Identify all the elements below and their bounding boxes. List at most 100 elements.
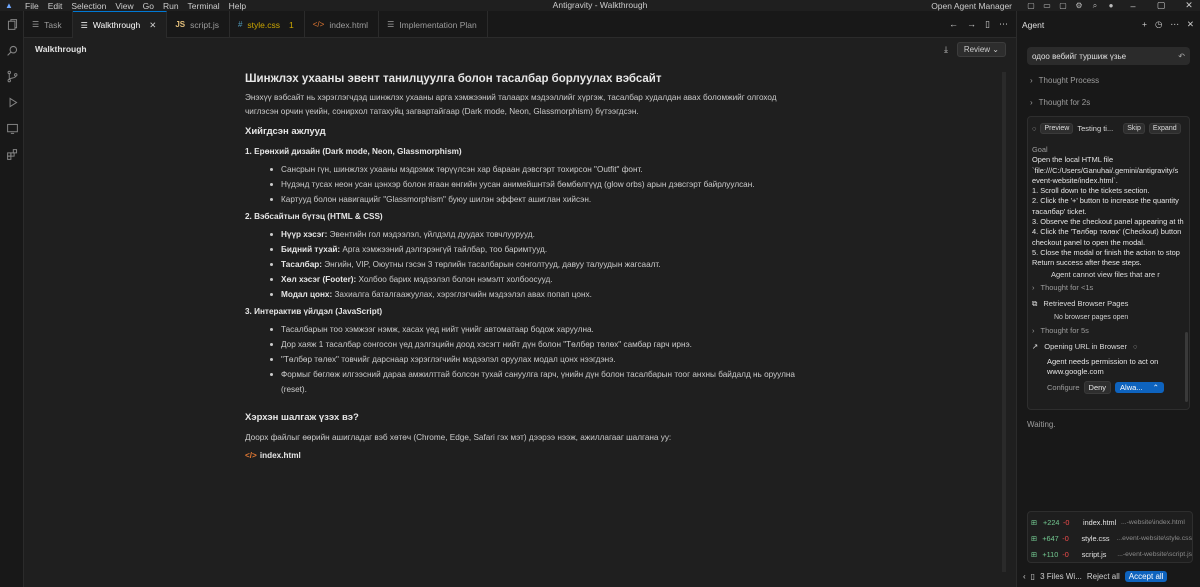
list-icon: ☰ <box>32 20 40 29</box>
opening-url-step: ↗ Opening URL in Browser ◌ <box>1032 342 1138 352</box>
card-scrollbar[interactable] <box>1185 332 1188 402</box>
tab-label: script.js <box>190 19 219 30</box>
index-html-link[interactable]: </> index.html <box>245 449 805 463</box>
tab-style-css[interactable]: # style.css 1 <box>230 11 305 38</box>
tab-label: index.html <box>329 19 369 30</box>
menu-terminal[interactable]: Terminal <box>188 1 220 11</box>
query-text: одоо вебийг туршиж үзье <box>1032 51 1127 61</box>
list-item: Формыг бөглөж илгээсний дараа амжилттай … <box>270 367 805 397</box>
close-window-button[interactable]: ✕ <box>1178 0 1200 11</box>
layout-panel-icon[interactable]: ▭ <box>1042 1 1052 11</box>
menu-run[interactable]: Run <box>163 1 179 11</box>
extensions-icon[interactable] <box>0 141 24 167</box>
menu-edit[interactable]: Edit <box>48 1 63 11</box>
source-control-icon[interactable] <box>0 63 24 89</box>
skip-button[interactable]: Skip <box>1123 123 1145 134</box>
goal-line: 1. Scroll down to the tickets section. <box>1032 186 1150 196</box>
open-agent-manager-button[interactable]: Open Agent Manager <box>931 1 1012 11</box>
goal-line: 3. Observe the checkout panel appearing … <box>1032 217 1184 227</box>
user-query[interactable]: одоо вебийг туршиж үзье ↶ <box>1027 47 1190 65</box>
thought-5s-toggle[interactable]: › Thought for 5s <box>1032 323 1185 339</box>
retrieved-pages-step[interactable]: ⧉ Retrieved Browser Pages <box>1032 296 1185 312</box>
file-added-icon: ⊞ <box>1031 517 1038 527</box>
settings-gear-icon[interactable]: ⚙ <box>1074 1 1084 11</box>
file-row[interactable]: ⊞ +224 -0 index.html ...-website\index.htm… <box>1028 514 1192 530</box>
file-link-label: index.html <box>259 451 301 460</box>
tab-index-html[interactable]: </> index.html <box>305 11 380 38</box>
section-item: 1. Ерөнхий дизайн (Dark mode, Neon, Glas… <box>245 145 805 207</box>
tab-script-js[interactable]: JS script.js <box>167 11 230 38</box>
tab-task[interactable]: ☰ Task <box>24 11 73 38</box>
menu-go[interactable]: Go <box>143 1 154 11</box>
features-heading: Хийгдсэн ажлууд <box>245 126 326 137</box>
list-item: Нүүр хэсэг: Эвентийн гол мэдээлэл, үйлдэ… <box>270 227 805 242</box>
more-icon[interactable]: ⋯ <box>1170 19 1179 30</box>
spinner-icon: ◌ <box>1132 342 1138 352</box>
account-icon[interactable]: ● <box>1106 1 1116 11</box>
split-editor-icon[interactable]: ▯ <box>985 19 990 30</box>
list-item: Тасалбарын тоо хэмжээг нэмж, хасах үед н… <box>270 322 805 337</box>
preview-button[interactable]: Preview <box>1040 123 1074 134</box>
thought-2s-toggle[interactable]: › Thought for 2s <box>1017 91 1200 113</box>
antigravity-logo-icon: ▲ <box>5 1 13 10</box>
external-link-icon: ↗ <box>1032 342 1039 352</box>
reject-all-button[interactable]: Reject all <box>1087 572 1120 581</box>
layout-sidebar-icon[interactable]: ▢ <box>1026 1 1036 11</box>
menu-help[interactable]: Help <box>229 1 246 11</box>
list-item: Модал цонх: Захиалга баталгаажуулах, хэр… <box>270 287 805 302</box>
minimize-button[interactable]: – <box>1122 1 1144 11</box>
accept-all-button[interactable]: Accept all <box>1124 571 1168 582</box>
close-tab-icon[interactable]: ✕ <box>149 20 156 31</box>
more-actions-icon[interactable]: ⋯ <box>999 19 1008 30</box>
tab-label: Implementation Plan <box>399 19 477 30</box>
arrow-left-icon[interactable]: ← <box>949 19 958 29</box>
layout-right-icon[interactable]: ▢ <box>1058 1 1068 11</box>
spinner-icon: ◌ <box>1032 124 1037 133</box>
chevron-up-icon: ⌃ <box>1152 382 1159 392</box>
agent-title: Agent <box>1022 19 1045 30</box>
explorer-icon[interactable] <box>0 11 24 37</box>
file-row[interactable]: ⊞ +647 -0 style.css ...event-website\style… <box>1028 530 1192 546</box>
menu-view[interactable]: View <box>115 1 133 11</box>
download-icon[interactable]: ⤓ <box>944 44 948 55</box>
editor-scrollbar[interactable] <box>1002 72 1006 572</box>
thought-process-toggle[interactable]: › Thought Process <box>1017 69 1200 91</box>
features-list: 1. Ерөнхий дизайн (Dark mode, Neon, Glas… <box>245 145 805 397</box>
list-item: Нүдэнд тусах неон усан цэнхэр болон ягаа… <box>270 177 805 192</box>
js-icon: JS <box>175 20 186 29</box>
configure-link[interactable]: Configure <box>1047 383 1080 392</box>
section-title: 2. Вэбсайтын бүтэц (HTML & CSS) <box>245 212 383 221</box>
menu-file[interactable]: File <box>25 1 39 11</box>
tab-implementation-plan[interactable]: ☰ Implementation Plan <box>379 11 488 38</box>
editor-area: Walkthrough ⤓ Review ⌄ Шинжлэх ухааны эв… <box>24 38 1016 587</box>
list-item: Бидний тухай: Арга хэмжээний дэлгэрэнгүй… <box>270 242 805 257</box>
maximize-button[interactable]: ▢ <box>1150 0 1172 11</box>
list-item: "Төлбөр төлөх" товчийг дарснаар хэрэглэг… <box>270 352 805 367</box>
goal-line: 4. Click the 'Төлбөр төлөх' (Checkout) b… <box>1032 227 1182 237</box>
close-panel-icon[interactable]: ✕ <box>1187 19 1194 30</box>
tab-walkthrough[interactable]: ☰ Walkthrough ✕ <box>72 11 168 38</box>
chevron-left-icon[interactable]: ‹ <box>1023 572 1026 581</box>
run-debug-icon[interactable] <box>0 89 24 115</box>
files-summary[interactable]: 3 Files Wi... <box>1040 572 1082 581</box>
review-button[interactable]: Review ⌄ <box>956 41 1006 57</box>
deny-button[interactable]: Deny <box>1083 380 1112 394</box>
check-text: Доорх файлыг өөрийн ашигладаг вэб хөтөч … <box>245 433 672 442</box>
html-file-icon: </> <box>245 451 257 460</box>
steps-list: Agent cannot view files that are r › Thou… <box>1028 269 1189 355</box>
new-chat-icon[interactable]: + <box>1142 19 1147 30</box>
search-icon[interactable]: ⌕ <box>1090 1 1100 11</box>
goal-line: тасалбар' ticket. <box>1032 206 1087 216</box>
check-heading: Хэрхэн шалгаж үзэх вэ? <box>245 412 359 423</box>
remote-explorer-icon[interactable] <box>0 115 24 141</box>
expand-button[interactable]: Expand <box>1148 123 1181 134</box>
file-row[interactable]: ⊞ +110 -0 script.js ...-event-website\scri… <box>1028 546 1192 562</box>
agent-panel: Agent + ◷ ⋯ ✕ одоо вебийг туршиж үзье ↶ … <box>1016 11 1200 587</box>
menu-selection[interactable]: Selection <box>71 1 106 11</box>
search-icon[interactable] <box>0 37 24 63</box>
undo-icon[interactable]: ↶ <box>1178 52 1185 61</box>
allow-button[interactable]: Alwa... ⌃ <box>1115 381 1164 393</box>
thought-1s-toggle[interactable]: › Thought for <1s <box>1032 280 1185 296</box>
history-icon[interactable]: ◷ <box>1155 19 1162 30</box>
arrow-right-icon[interactable]: → <box>967 19 976 29</box>
